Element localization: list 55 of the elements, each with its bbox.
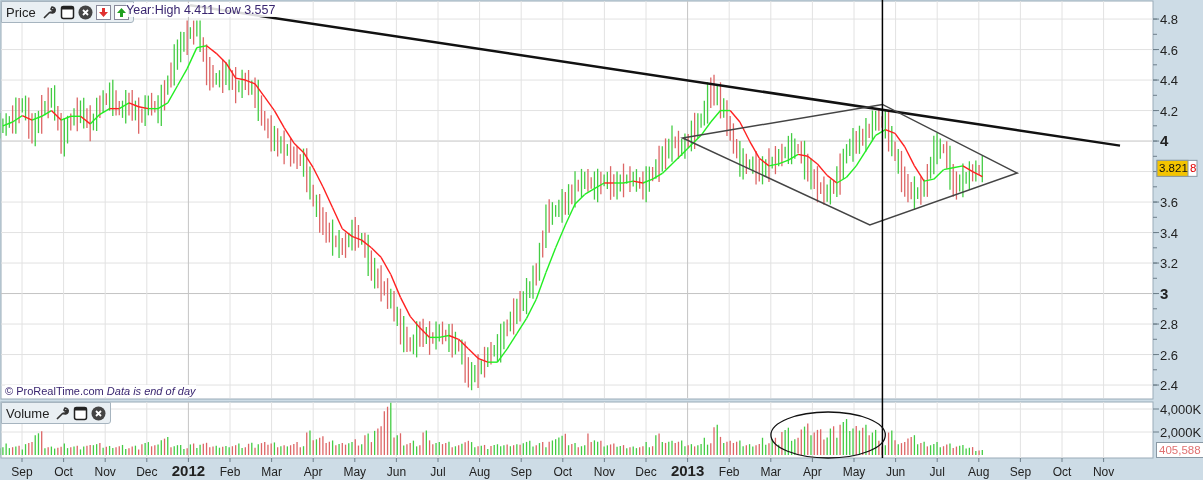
axis-label: 2,000K xyxy=(1160,425,1202,440)
axis-label: Aug xyxy=(468,465,491,479)
wrench-icon[interactable] xyxy=(54,405,71,421)
axis-label: Oct xyxy=(54,465,73,479)
axis-label: 3.4 xyxy=(1160,225,1179,241)
window-icon[interactable] xyxy=(73,405,89,421)
axis-label: Feb xyxy=(718,465,740,479)
axis-label: Jun xyxy=(386,465,407,479)
panel-title: Price xyxy=(6,4,36,20)
axis-label: Nov xyxy=(593,465,616,479)
axis-label: Jul xyxy=(929,465,945,479)
axis-label: 4,000K xyxy=(1160,402,1202,417)
axis-label: 4.8 xyxy=(1160,12,1179,28)
axis-label: Mar xyxy=(760,465,782,479)
axis-label: 2.6 xyxy=(1160,347,1179,363)
axis-label: Apr xyxy=(803,465,822,479)
axis-label: Sep xyxy=(510,465,532,479)
close-icon[interactable] xyxy=(77,4,93,20)
axis-label: May xyxy=(842,465,866,479)
axis-label: 3.6 xyxy=(1160,195,1179,211)
axis-label: 4 xyxy=(1160,132,1169,150)
axis-label: Feb xyxy=(219,465,241,479)
last-price-tag xyxy=(1156,159,1198,177)
down-arrow-icon[interactable] xyxy=(95,4,111,20)
volume-value: 405,588 xyxy=(1156,442,1203,458)
panel-title: Volume xyxy=(6,405,50,421)
axis-label: 3 xyxy=(1160,284,1169,302)
axis-label: 4.4 xyxy=(1160,73,1179,89)
axis-label: Mar xyxy=(261,465,282,479)
axis-label: 2012 xyxy=(171,462,206,479)
axis-label: Jun xyxy=(885,465,906,479)
close-icon[interactable] xyxy=(91,405,107,421)
window-icon[interactable] xyxy=(59,4,75,20)
axis-label: Dec xyxy=(635,465,657,479)
axis-label: 4.6 xyxy=(1160,42,1179,58)
price-value: 8 xyxy=(1190,162,1197,175)
axis-label: 4.2 xyxy=(1160,103,1179,119)
axis-label: Sep xyxy=(1009,465,1032,479)
axis-label: Apr xyxy=(303,465,323,479)
credit-text: © ProRealTime.com Data is end of day xyxy=(5,385,196,397)
axis-label: Jul xyxy=(430,465,446,479)
axis-label: 2013 xyxy=(670,462,705,479)
axis-label: Oct xyxy=(1052,465,1072,479)
axis-label: Sep xyxy=(11,465,33,479)
axis-label: 2.8 xyxy=(1160,317,1179,333)
axis-label: Aug xyxy=(968,465,990,479)
axis-label: May xyxy=(343,465,367,479)
axis-label: 2.4 xyxy=(1160,378,1179,394)
year-high-low-text: Year:High 4.411 Low 3.557 xyxy=(126,3,276,17)
axis-label: Nov xyxy=(94,465,116,479)
price-value: 3.821 xyxy=(1159,162,1188,175)
axis-label: Oct xyxy=(553,465,573,479)
axis-label: 3.2 xyxy=(1160,256,1179,272)
axis-label: Nov xyxy=(1092,465,1115,479)
axis-label: Dec xyxy=(136,465,158,479)
